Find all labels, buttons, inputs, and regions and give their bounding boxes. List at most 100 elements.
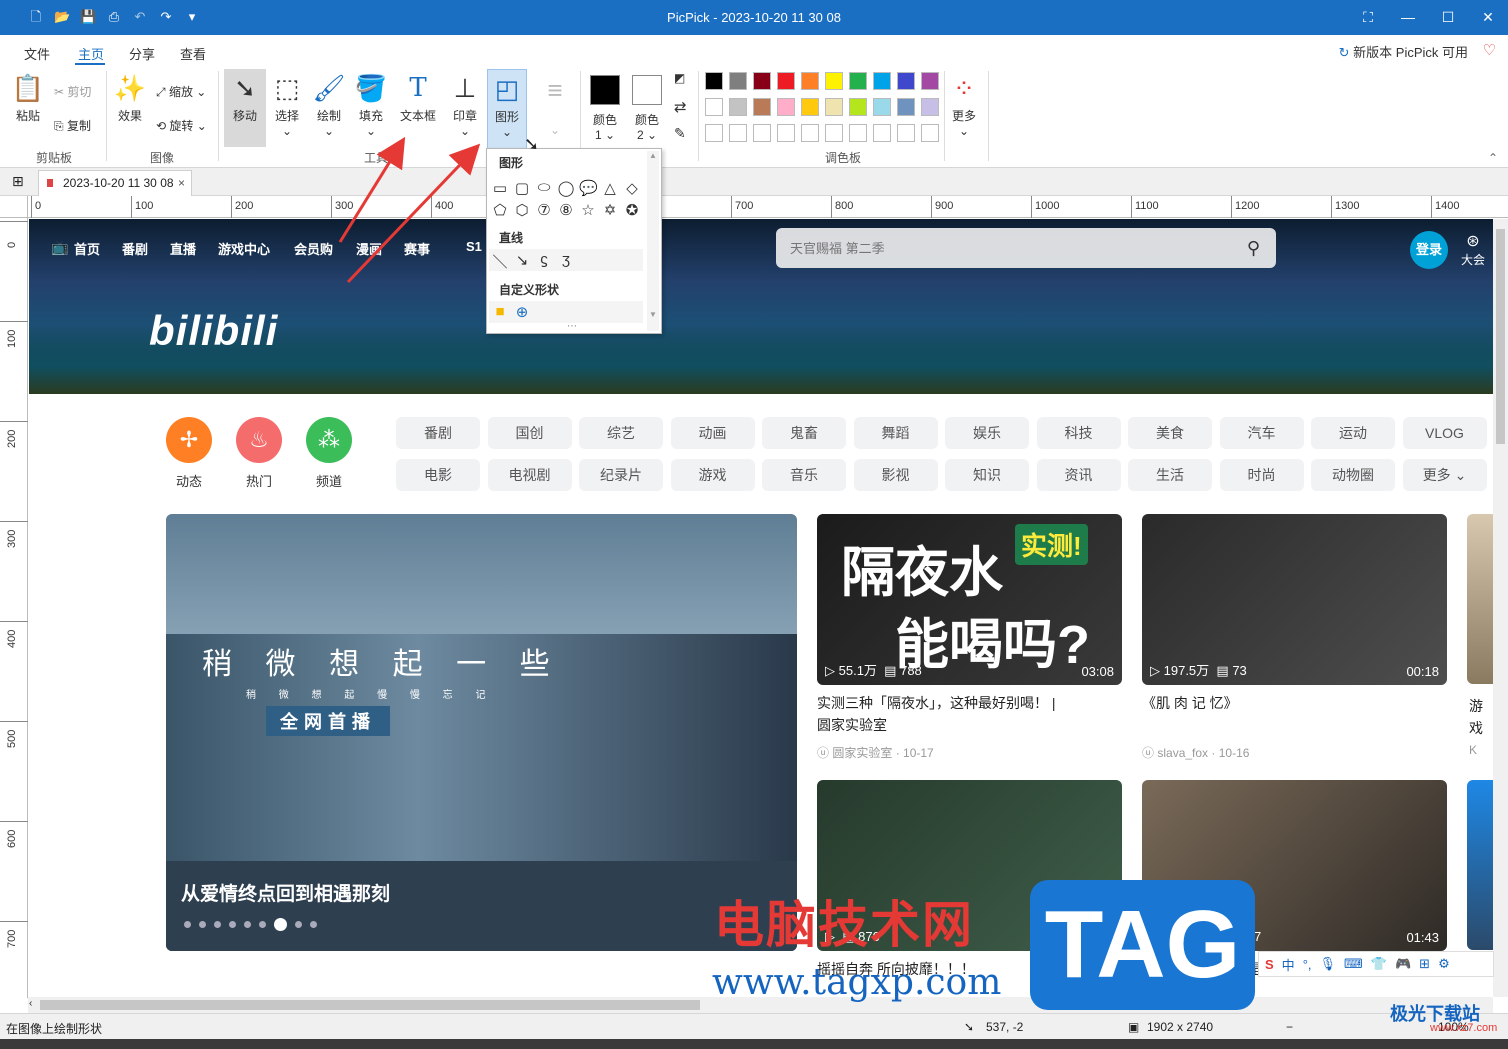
select-tool-button[interactable]: ⬚ 选择 ⌄ (268, 73, 306, 138)
palette-swatch[interactable] (801, 72, 819, 90)
zoom-button[interactable]: ⤢ 缩放 ⌄ (156, 83, 206, 100)
resize-grip-icon[interactable]: ⋯ (567, 321, 577, 332)
category-tag[interactable]: 综艺 (579, 417, 663, 449)
category-tag[interactable]: 游戏 (670, 459, 755, 491)
palette-swatch[interactable] (753, 72, 771, 90)
cut-button[interactable]: ✂ 剪切 (54, 83, 91, 100)
textbox-tool-button[interactable]: T 文本框 (396, 73, 440, 124)
category-tag[interactable]: 美食 (1128, 417, 1212, 449)
category-tag[interactable]: 娱乐 (945, 417, 1029, 449)
line-style-button[interactable]: ≡ ⌄ (538, 75, 572, 137)
palette-swatch[interactable] (825, 72, 843, 90)
move-tool-button[interactable]: ➘ 移动 (224, 69, 266, 147)
partial-video-title[interactable]: 游戏 (1469, 695, 1493, 739)
palette-empty-swatch[interactable] (777, 124, 795, 142)
apps-icon[interactable]: ⊞ (1419, 956, 1430, 972)
category-tag[interactable]: 知识 (945, 459, 1029, 491)
color1-button[interactable]: 颜色 1 ⌄ (588, 73, 622, 142)
draw-tool-button[interactable]: 🖌 绘制 ⌄ (310, 73, 348, 138)
close-button[interactable]: ✕ (1468, 0, 1508, 35)
shape-option-icon[interactable]: ⑦ (535, 201, 553, 219)
category-tag[interactable]: 影视 (853, 459, 938, 491)
minimize-button[interactable]: — (1388, 0, 1428, 35)
palette-empty-swatch[interactable] (825, 124, 843, 142)
category-tag[interactable]: 国创 (487, 417, 572, 449)
update-link[interactable]: ↻ 新版本 PicPick 可用 (1339, 42, 1468, 61)
eyedropper-icon[interactable]: ✎ (674, 125, 686, 142)
hscroll-thumb[interactable] (40, 1000, 700, 1010)
login-button[interactable]: 登录 (1410, 231, 1448, 269)
partial-video-thumb[interactable] (1467, 514, 1493, 684)
shape-option-icon[interactable]: ▢ (513, 179, 531, 197)
nav-live[interactable]: 直播 (170, 239, 196, 258)
search-bar[interactable]: ⚲ (776, 228, 1276, 268)
carousel-dot[interactable] (184, 921, 191, 928)
menu-view[interactable]: 查看 (180, 44, 206, 63)
palette-empty-swatch[interactable] (897, 124, 915, 142)
quick-link-label[interactable]: 动态 (166, 471, 212, 490)
line-option-icon[interactable]: ＼ (491, 251, 509, 272)
quick-link-icon[interactable]: ⁂ (306, 417, 352, 463)
shape-option-icon[interactable]: ▭ (491, 179, 509, 197)
video-author[interactable]: ⓤ slava_fox · 10-16 (1142, 744, 1249, 761)
category-tag[interactable]: 纪录片 (579, 459, 663, 491)
category-tag[interactable]: 番剧 (396, 417, 480, 449)
quick-link-label[interactable]: 热门 (236, 471, 282, 490)
settings-icon[interactable]: ⚙ (1438, 956, 1450, 972)
line-option-icon[interactable]: ↘ (513, 251, 531, 272)
category-tag[interactable]: 资讯 (1036, 459, 1121, 491)
category-tag[interactable]: 音乐 (762, 459, 846, 491)
carousel-dot[interactable] (274, 918, 287, 931)
vertical-scrollbar[interactable] (1493, 219, 1508, 997)
video-title[interactable]: 实测三种「隔夜水」，这种最好别喝！ | 圆家实验室 (817, 692, 1122, 736)
nav-vip-shop[interactable]: 会员购 (294, 239, 333, 258)
carousel-dot[interactable] (259, 921, 266, 928)
ime-toolbar[interactable]: S 中 °, 🎙 ⌨ 👕 🎮 ⊞ ⚙ (1258, 951, 1494, 977)
carousel-dot[interactable] (310, 921, 317, 928)
close-tab-icon[interactable]: × (178, 176, 185, 190)
custom-shape-icon[interactable]: ⊕ (513, 303, 531, 321)
carousel-dot[interactable] (244, 921, 251, 928)
palette-swatch[interactable] (777, 98, 795, 116)
palette-swatch[interactable] (897, 72, 915, 90)
shape-option-icon[interactable]: ☆ (579, 201, 597, 219)
palette-swatch[interactable] (729, 98, 747, 116)
hero-caption[interactable]: 从爱情终点回到相遇那刻 (181, 879, 390, 906)
video-title[interactable]: 《肌 肉 记 忆》 (1142, 692, 1447, 714)
shape-option-icon[interactable]: ✡ (601, 201, 619, 219)
maximize-button[interactable]: ☐ (1428, 0, 1468, 35)
category-tag[interactable]: 鬼畜 (762, 417, 846, 449)
heart-icon[interactable]: ♡ (1483, 41, 1496, 59)
shape-option-icon[interactable]: ⑧ (557, 201, 575, 219)
zoom-out-icon[interactable]: − (1286, 1020, 1293, 1034)
menu-file[interactable]: 文件 (24, 44, 50, 63)
palette-swatch[interactable] (873, 98, 891, 116)
shape-option-icon[interactable]: ⬡ (513, 201, 531, 219)
palette-swatch[interactable] (777, 72, 795, 90)
palette-swatch[interactable] (753, 98, 771, 116)
effects-button[interactable]: ✨ 效果 (112, 73, 148, 124)
keyboard-icon[interactable]: ⌨ (1344, 956, 1363, 972)
menu-share[interactable]: 分享 (129, 44, 155, 63)
partial-video-thumb[interactable] (1467, 780, 1493, 950)
collapse-ribbon-icon[interactable]: ⌃ (1488, 151, 1498, 165)
category-tag[interactable]: 运动 (1311, 417, 1395, 449)
hero-carousel[interactable]: 稍 微 想 起 一 些 稍 微 想 起 慢 慢 忘 记 全网首播 从爱情终点回到… (166, 514, 797, 951)
palette-empty-swatch[interactable] (753, 124, 771, 142)
shape-option-icon[interactable]: ◯ (557, 179, 575, 197)
category-tag[interactable]: 时尚 (1219, 459, 1304, 491)
swap-default-colors-icon[interactable]: ◩ (674, 71, 685, 85)
carousel-dot[interactable] (214, 921, 221, 928)
category-tag[interactable]: 电影 (396, 459, 480, 491)
more-colors-button[interactable]: ⁘ 更多 ⌄ (947, 73, 981, 138)
swap-colors-icon[interactable]: ⇄ (674, 98, 687, 116)
shape-option-icon[interactable]: 💬 (579, 179, 598, 197)
palette-swatch[interactable] (705, 98, 723, 116)
scroll-left-icon[interactable]: ‹ (29, 998, 32, 1009)
nav-home[interactable]: 首页 (74, 239, 100, 258)
grid-view-icon[interactable]: ⊞ (12, 173, 24, 190)
carousel-dot[interactable] (199, 921, 206, 928)
category-tag[interactable]: 电视剧 (487, 459, 572, 491)
palette-swatch[interactable] (849, 72, 867, 90)
shape-option-icon[interactable]: ⬠ (491, 201, 509, 219)
